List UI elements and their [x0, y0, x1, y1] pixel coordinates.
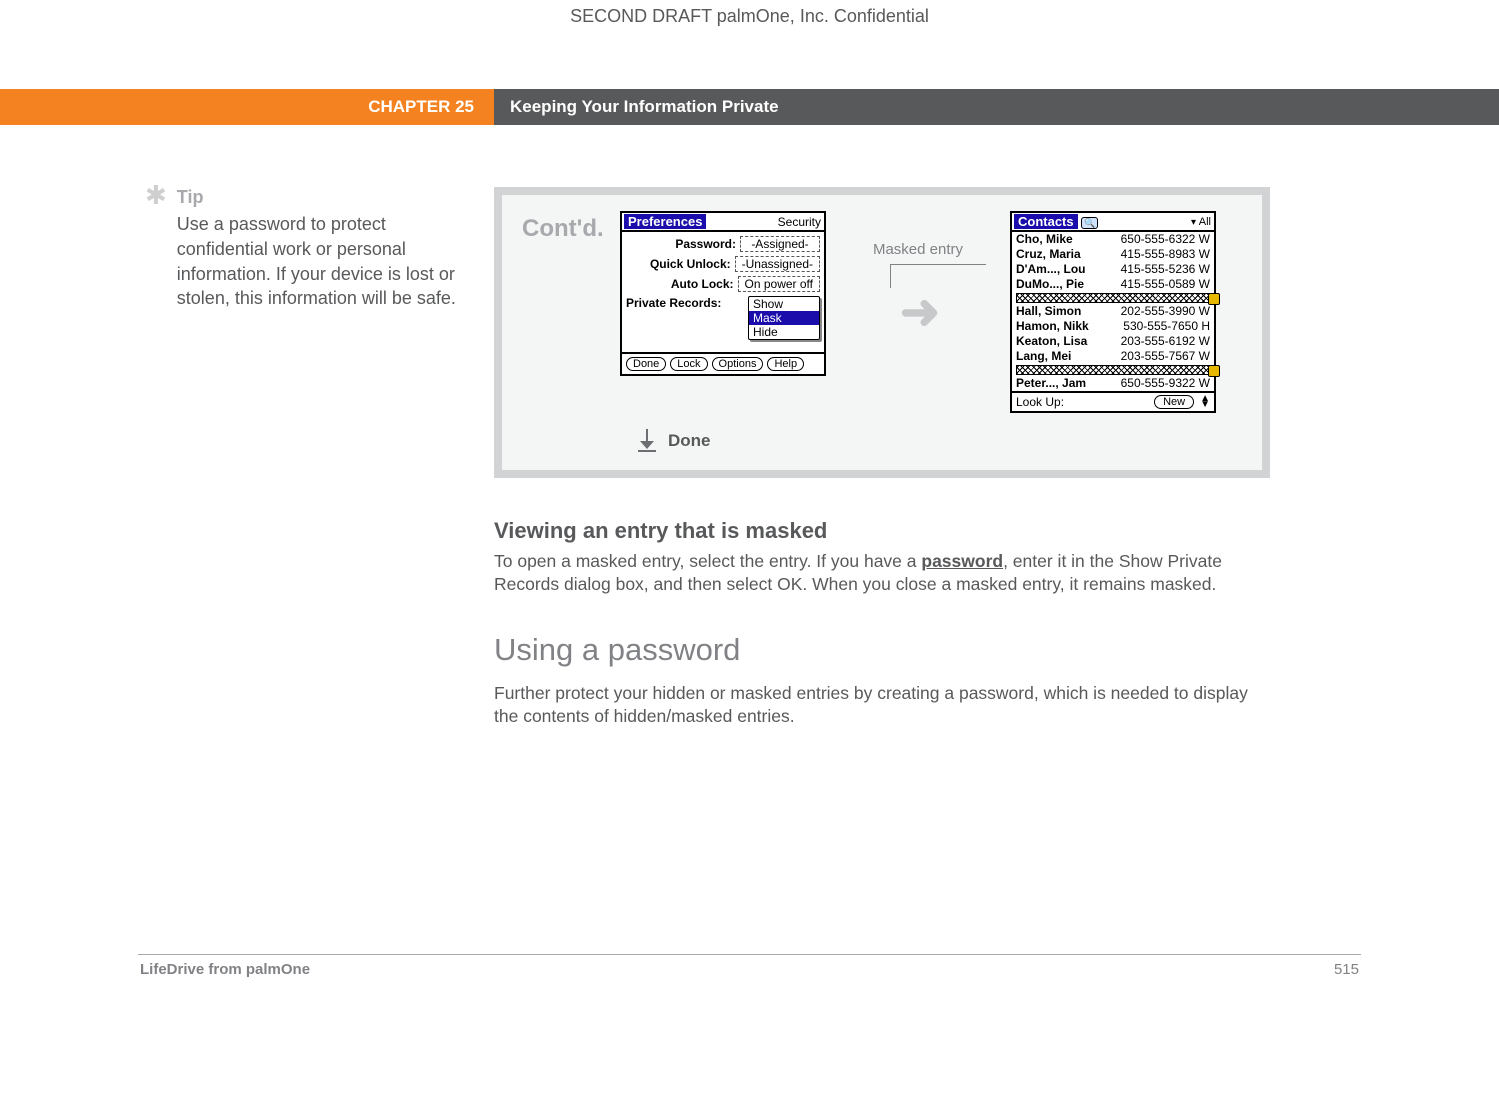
contact-row: D'Am..., Lou415-555-5236 W: [1012, 262, 1214, 277]
page-footer: LifeDrive from palmOne 515: [138, 954, 1361, 998]
done-indicator: Done: [638, 429, 1242, 452]
option-hide: Hide: [749, 325, 819, 339]
tip-sidebar: ✱ Tip Use a password to protect confiden…: [0, 187, 494, 728]
subsection-heading: Viewing an entry that is masked: [494, 518, 1270, 544]
masked-entry-bar: [1016, 365, 1210, 375]
callout-line: [890, 264, 986, 288]
contact-row: DuMo..., Pie415-555-0589 W: [1012, 277, 1214, 292]
contacts-title: Contacts: [1014, 214, 1078, 229]
masked-entry-bar: [1016, 293, 1210, 303]
prefs-done-button: Done: [626, 357, 666, 371]
autolock-value: On power off: [738, 276, 820, 292]
done-arrow-icon: [638, 429, 656, 452]
prefs-title: Preferences: [624, 214, 706, 229]
masked-entry-callout: Masked entry: [873, 241, 963, 258]
private-records-dropdown: Show Mask Hide: [748, 296, 820, 340]
transition-callout: Masked entry ➜: [850, 211, 986, 332]
prefs-lock-button: Lock: [670, 357, 707, 371]
contacts-category: All: [1191, 216, 1211, 228]
prefs-options-button: Options: [712, 357, 764, 371]
autolock-label: Auto Lock:: [671, 277, 734, 291]
page-number: 515: [1334, 961, 1359, 978]
password-label: Password:: [675, 237, 736, 251]
quickunlock-value: -Unassigned-: [735, 256, 820, 272]
chapter-number: CHAPTER 25: [0, 89, 494, 125]
asterisk-icon: ✱: [145, 185, 167, 311]
contact-row: Cruz, Maria415-555-8983 W: [1012, 247, 1214, 262]
private-records-label: Private Records:: [626, 296, 721, 310]
contact-row: Cho, Mike650-555-6322 W: [1012, 232, 1214, 247]
contacts-screenshot: Contacts 🔍 All Cho, Mike650-555-6322 W C…: [1010, 211, 1216, 413]
tip-label: Tip: [177, 187, 464, 208]
product-name: LifeDrive from palmOne: [140, 961, 310, 978]
password-value: -Assigned-: [740, 236, 820, 252]
subsection-body: To open a masked entry, select the entry…: [494, 550, 1270, 596]
quickunlock-label: Quick Unlock:: [650, 257, 731, 271]
arrow-right-icon: ➜: [900, 294, 936, 332]
confidential-banner: SECOND DRAFT palmOne, Inc. Confidential: [0, 0, 1499, 33]
option-mask: Mask: [749, 311, 819, 325]
contact-row: Keaton, Lisa203-555-6192 W: [1012, 334, 1214, 349]
section-body: Further protect your hidden or masked en…: [494, 682, 1270, 728]
prefs-help-button: Help: [767, 357, 804, 371]
new-button: New: [1154, 395, 1194, 409]
prefs-category: Security: [778, 215, 821, 229]
step-continued-label: Cont'd.: [522, 211, 620, 243]
contact-row: Hall, Simon202-555-3990 W: [1012, 304, 1214, 319]
prefs-screenshot: Preferences Security Password: -Assigned…: [620, 211, 826, 376]
contact-row: Hamon, Nikk530-555-7650 H: [1012, 319, 1214, 334]
search-icon: 🔍: [1081, 217, 1098, 229]
contact-row: Peter..., Jam650-555-9322 W: [1012, 376, 1214, 391]
done-label: Done: [668, 431, 711, 451]
option-show: Show: [749, 297, 819, 311]
contact-row: Lang, Mei203-555-7567 W: [1012, 349, 1214, 364]
main-content: Cont'd. Preferences Security Password: -…: [494, 187, 1270, 728]
scroll-arrows-icon: ▲▼: [1200, 396, 1210, 408]
chapter-header: CHAPTER 25 Keeping Your Information Priv…: [0, 89, 1499, 125]
password-link[interactable]: password: [921, 551, 1003, 571]
step-box: Cont'd. Preferences Security Password: -…: [494, 187, 1270, 478]
chapter-title: Keeping Your Information Private: [494, 89, 1499, 125]
section-heading: Using a password: [494, 632, 1270, 668]
tip-body: Use a password to protect confidential w…: [177, 212, 464, 311]
lookup-label: Look Up:: [1016, 395, 1064, 409]
